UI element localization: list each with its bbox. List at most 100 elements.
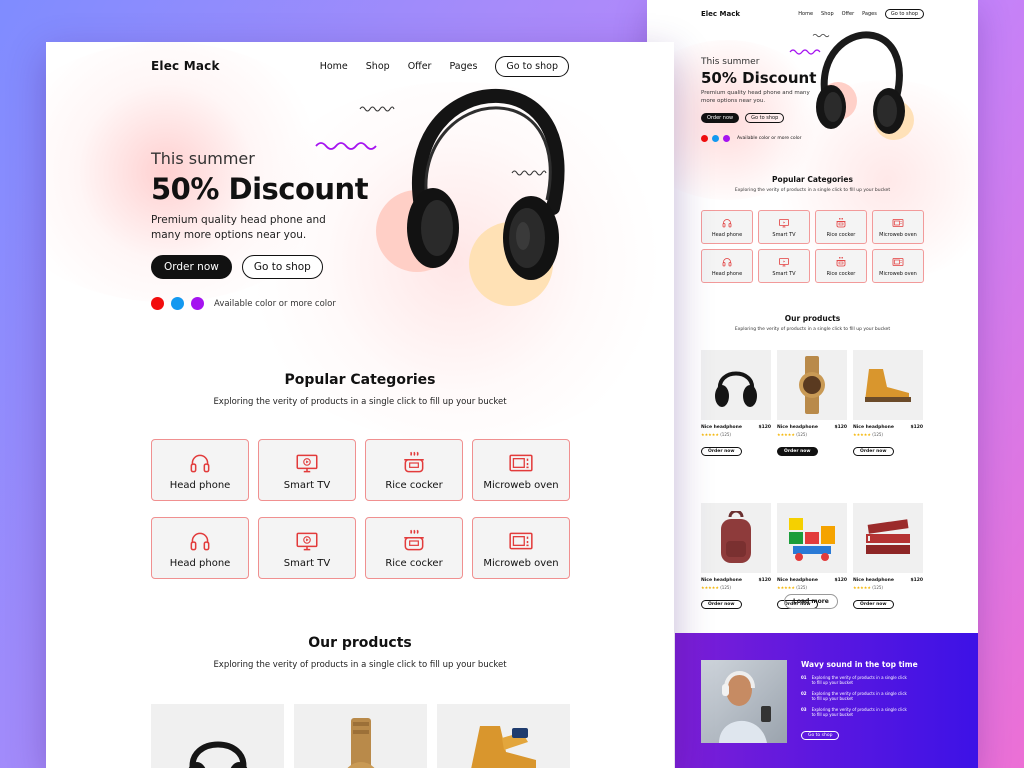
product-image-backpack[interactable] <box>701 503 771 573</box>
rating-stars: ★★★★★ <box>701 432 719 437</box>
product-card: Nice headphone $120 ★★★★★ (125) Order now <box>701 503 771 609</box>
category-card-rice-cooker[interactable]: Rice cocker <box>365 517 463 579</box>
nav-home[interactable]: Home <box>320 61 348 72</box>
product-rating: ★★★★★ (125) <box>701 585 771 590</box>
squiggle-decoration <box>359 106 395 112</box>
preview-order-now-button[interactable]: Order now <box>701 113 740 123</box>
preview-products-title: Our products <box>784 314 841 323</box>
order-now-button[interactable]: Order now <box>701 600 742 609</box>
category-label: Rice cocker <box>385 557 443 569</box>
category-label: Head phone <box>169 479 231 491</box>
headphone-icon <box>722 257 732 266</box>
color-swatch-blue[interactable] <box>171 297 184 310</box>
preview-category-card[interactable]: Head phone <box>701 249 753 283</box>
preview-category-card[interactable]: Head phone <box>701 210 753 244</box>
product-name[interactable]: Nice headphone <box>777 578 818 583</box>
preview-category-label: Rice cocker <box>826 270 856 277</box>
order-now-button[interactable]: Order now <box>701 447 742 456</box>
product-image-books[interactable] <box>853 503 923 573</box>
headphone-icon <box>190 454 210 472</box>
preview-color-red[interactable] <box>701 135 708 142</box>
preview-nav-offer[interactable]: Offer <box>842 11 855 17</box>
product-card: Nice headphone $120 ★★★★★ (125) Order now <box>853 350 923 456</box>
preview-nav-home[interactable]: Home <box>798 11 813 17</box>
category-card-smart-tv[interactable]: Smart TV <box>258 439 356 501</box>
preview-category-card[interactable]: Microweb oven <box>872 249 924 283</box>
preview-nav-shop[interactable]: Shop <box>821 11 834 17</box>
product-price: $120 <box>834 578 847 583</box>
color-swatch-purple[interactable] <box>191 297 204 310</box>
person-headphone-photo <box>719 671 771 743</box>
feature-number: 01 <box>801 675 807 680</box>
preview-categories-title: Popular Categories <box>772 175 853 184</box>
preview-nav-pages[interactable]: Pages <box>862 11 877 17</box>
hero-kicker: This summer <box>151 149 255 168</box>
product-price: $120 <box>910 425 923 430</box>
category-card-smart-tv[interactable]: Smart TV <box>258 517 356 579</box>
preview-hero-kicker: This summer <box>701 57 760 67</box>
preview-product-grid: Nice headphone $120 ★★★★★ (125) Order now… <box>701 350 923 609</box>
preview-category-card[interactable]: Rice cocker <box>815 249 867 283</box>
rating-stars: ★★★★★ <box>701 585 719 590</box>
rice-cooker-icon <box>404 529 424 550</box>
product-rating: ★★★★★ (125) <box>777 432 847 437</box>
hero-headline: 50% Discount <box>151 172 369 206</box>
product-name[interactable]: Nice headphone <box>777 425 818 430</box>
nav-shop[interactable]: Shop <box>366 61 390 72</box>
category-card-head-phone[interactable]: Head phone <box>151 439 249 501</box>
nav-go-to-shop-button[interactable]: Go to shop <box>495 55 569 77</box>
product-card-boot[interactable] <box>437 704 570 768</box>
preview-logo[interactable]: Elec Mack <box>701 10 740 18</box>
feature-text: Exploring the verity of products in a si… <box>811 706 907 717</box>
product-card-headphone[interactable] <box>151 704 284 768</box>
product-name[interactable]: Nice headphone <box>853 425 894 430</box>
color-swatch-red[interactable] <box>151 297 164 310</box>
go-to-shop-button[interactable]: Go to shop <box>241 255 323 279</box>
brand-logo[interactable]: Elec Mack <box>151 59 220 73</box>
feature-go-to-shop-button[interactable]: Go to shop <box>801 731 840 740</box>
categories-title: Popular Categories <box>284 372 436 388</box>
headphone-icon <box>722 218 732 227</box>
category-card-microwave-oven[interactable]: Microweb oven <box>472 517 570 579</box>
category-card-head-phone[interactable]: Head phone <box>151 517 249 579</box>
order-now-button[interactable]: Order now <box>853 447 894 456</box>
order-now-button[interactable]: Order now <box>777 447 818 456</box>
product-name[interactable]: Nice headphone <box>701 425 742 430</box>
product-rating: ★★★★★ (125) <box>777 585 847 590</box>
headphone-image <box>188 741 247 768</box>
product-card-watch[interactable] <box>294 704 427 768</box>
preview-color-blue[interactable] <box>712 135 719 142</box>
product-row <box>151 704 571 768</box>
squiggle-decoration <box>812 33 830 38</box>
preview-color-purple[interactable] <box>723 135 730 142</box>
product-image-headphone[interactable] <box>701 350 771 420</box>
order-now-button[interactable]: Order now <box>151 255 232 279</box>
product-image-watch[interactable] <box>777 350 847 420</box>
nav-pages[interactable]: Pages <box>449 61 477 72</box>
product-name[interactable]: Nice headphone <box>853 578 894 583</box>
category-card-microwave-oven[interactable]: Microweb oven <box>472 439 570 501</box>
preview-category-card[interactable]: Smart TV <box>758 249 810 283</box>
preview-category-card[interactable]: Smart TV <box>758 210 810 244</box>
product-info: Nice headphone $120 <box>853 578 923 583</box>
load-more-button[interactable]: Load more <box>784 594 838 609</box>
order-now-button[interactable]: Order now <box>853 600 894 609</box>
feature-number: 03 <box>801 706 807 712</box>
product-image-blocks[interactable] <box>777 503 847 573</box>
product-name[interactable]: Nice headphone <box>701 578 742 583</box>
category-card-rice-cooker[interactable]: Rice cocker <box>365 439 463 501</box>
preview-category-card[interactable]: Rice cocker <box>815 210 867 244</box>
product-image-boot[interactable] <box>853 350 923 420</box>
products-title: Our products <box>308 635 412 651</box>
feature-banner: Wavy sound in the top time 01 Exploring t… <box>675 633 978 768</box>
preview-go-to-shop-button[interactable]: Go to shop <box>884 9 924 19</box>
product-rating: ★★★★★ (125) <box>853 585 923 590</box>
preview-products-subtitle: Exploring the verity of products in a si… <box>734 327 891 332</box>
preview-go-to-shop-button[interactable]: Go to shop <box>745 113 785 123</box>
product-card: Nice headphone $120 ★★★★★ (125) Order now <box>701 350 771 456</box>
squiggle-decoration <box>315 142 377 150</box>
backpack-image <box>721 510 751 563</box>
preview-category-label: Head phone <box>711 270 743 277</box>
preview-category-card[interactable]: Microweb oven <box>872 210 924 244</box>
nav-offer[interactable]: Offer <box>408 61 432 72</box>
